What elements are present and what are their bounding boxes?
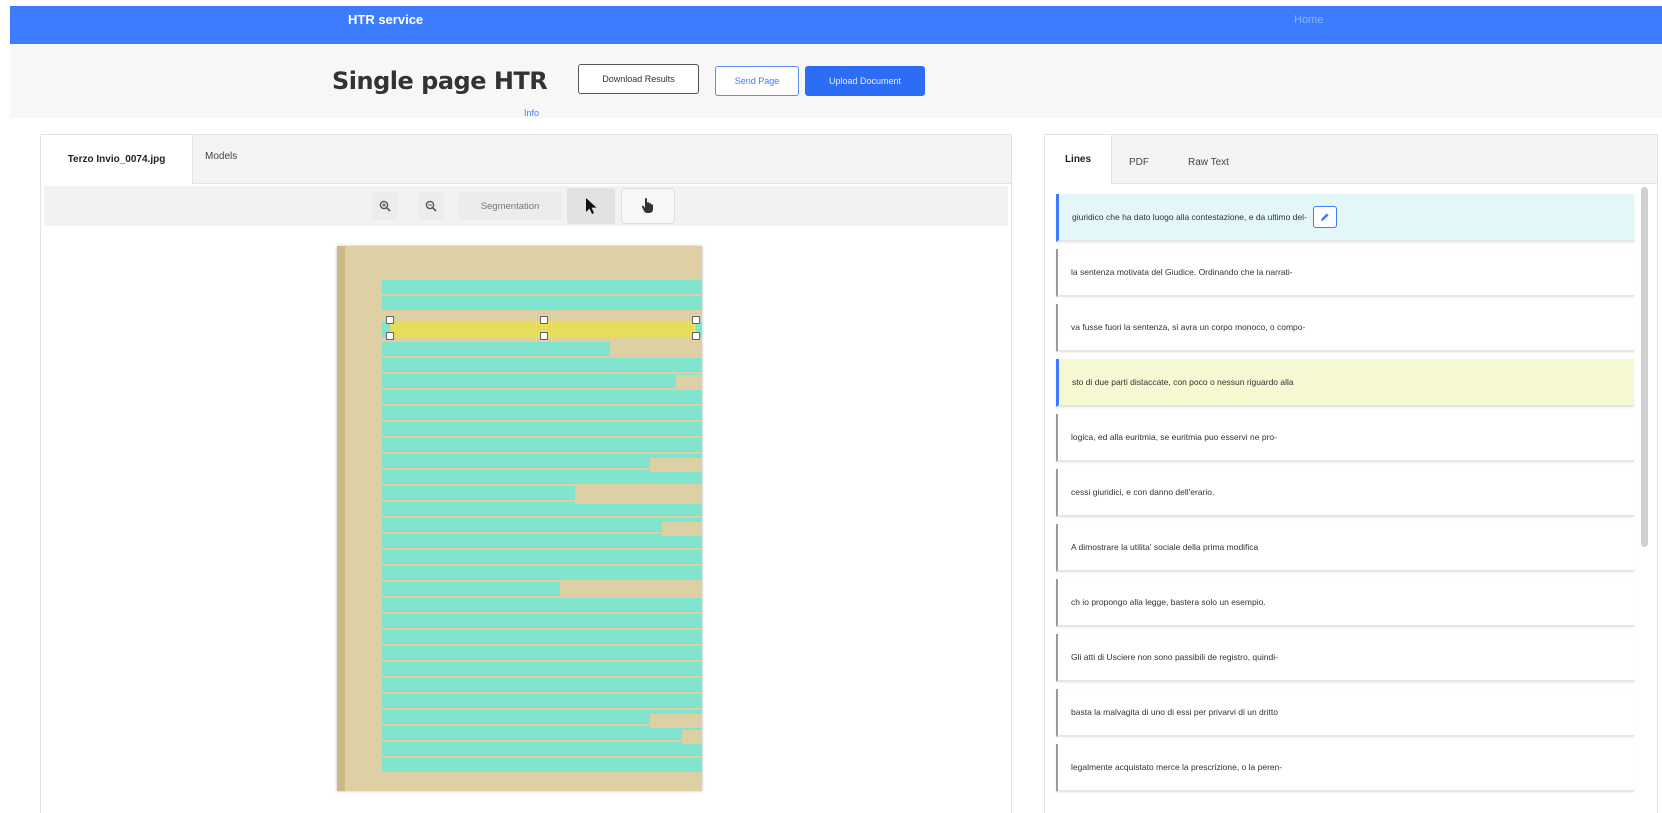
- line-text: cessi giuridici, e con danno dell'erario…: [1071, 487, 1215, 497]
- page-background-gap: [650, 458, 702, 472]
- line-item[interactable]: legalmente acquistato merce la prescrizi…: [1056, 744, 1634, 792]
- line-segment[interactable]: [382, 598, 702, 612]
- line-text: Gli atti di Usciere non sono passibili d…: [1071, 652, 1278, 662]
- zoom-out-icon: [425, 200, 437, 212]
- line-segment[interactable]: [382, 374, 702, 388]
- send-page-button[interactable]: Send Page: [715, 66, 799, 96]
- resize-handle[interactable]: [540, 332, 548, 340]
- home-link[interactable]: Home: [1294, 14, 1323, 26]
- line-segment[interactable]: [382, 296, 702, 310]
- line-segment[interactable]: [382, 342, 610, 356]
- tab-raw-text[interactable]: Raw Text: [1188, 157, 1229, 168]
- line-segment[interactable]: [382, 438, 702, 452]
- line-item[interactable]: ch io propongo alla legge, bastera solo …: [1056, 579, 1634, 627]
- line-segment[interactable]: [382, 406, 702, 420]
- zoom-out-button[interactable]: [418, 192, 444, 220]
- line-text: legalmente acquistato merce la prescrizi…: [1071, 762, 1283, 772]
- lines-scrollbar[interactable]: [1641, 187, 1648, 547]
- line-text: ch io propongo alla legge, bastera solo …: [1071, 597, 1266, 607]
- line-segment[interactable]: [382, 358, 702, 372]
- line-segment[interactable]: [382, 550, 702, 564]
- resize-handle[interactable]: [386, 316, 394, 324]
- pencil-icon: [1320, 213, 1329, 221]
- line-segment[interactable]: [382, 662, 702, 676]
- hand-icon: [641, 198, 653, 213]
- pointer-icon: [586, 198, 597, 214]
- line-item[interactable]: logica, ed alla euritmia, se euritmia pu…: [1056, 414, 1634, 462]
- line-segment[interactable]: [382, 566, 702, 580]
- line-segment[interactable]: [382, 758, 702, 772]
- info-link[interactable]: Info: [524, 108, 539, 118]
- line-text: giuridico che ha dato luogo alla contest…: [1072, 212, 1307, 222]
- line-segment[interactable]: [382, 678, 702, 692]
- line-text: logica, ed alla euritmia, se euritmia pu…: [1071, 432, 1277, 442]
- resize-handle[interactable]: [386, 332, 394, 340]
- page-background-gap: [662, 522, 702, 536]
- navbar: [10, 6, 1662, 44]
- page-background-gap: [560, 582, 702, 596]
- page-background-gap: [575, 490, 702, 504]
- line-segment[interactable]: [382, 630, 702, 644]
- line-segment[interactable]: [382, 470, 702, 484]
- resize-handle[interactable]: [692, 332, 700, 340]
- select-tool-button[interactable]: [567, 188, 615, 224]
- pan-tool-button[interactable]: [621, 188, 675, 224]
- line-segment[interactable]: [382, 422, 702, 436]
- line-segment[interactable]: [382, 518, 702, 532]
- page-background-gap: [612, 342, 702, 356]
- zoom-in-button[interactable]: [372, 192, 398, 220]
- line-item[interactable]: va fusse fuori la sentenza, si avra un c…: [1056, 304, 1634, 352]
- page-background-gap: [682, 730, 702, 744]
- line-text: va fusse fuori la sentenza, si avra un c…: [1071, 322, 1306, 332]
- document-page-edge: [337, 246, 345, 791]
- brand-title[interactable]: HTR service: [348, 12, 423, 27]
- line-segment[interactable]: [382, 280, 702, 294]
- resize-handle[interactable]: [540, 316, 548, 324]
- line-item[interactable]: basta la malvagita di uno di essi per pr…: [1056, 689, 1634, 737]
- download-results-button[interactable]: Download Results: [578, 64, 699, 94]
- line-segment[interactable]: [382, 726, 702, 740]
- tab-image-file[interactable]: Terzo Invio_0074.jpg: [41, 135, 193, 184]
- line-text: la sentenza motivata del Giudice. Ordina…: [1071, 267, 1293, 277]
- line-segment[interactable]: [382, 646, 702, 660]
- line-item[interactable]: A dimostrare la utilita' sociale della p…: [1056, 524, 1634, 572]
- line-segment[interactable]: [382, 390, 702, 404]
- tab-lines[interactable]: Lines: [1045, 135, 1112, 184]
- line-segment[interactable]: [382, 742, 702, 756]
- upload-document-button[interactable]: Upload Document: [805, 66, 925, 96]
- line-text: sto di due parti distaccate, con poco o …: [1072, 377, 1294, 387]
- line-segment[interactable]: [382, 486, 575, 500]
- line-segment[interactable]: [382, 614, 702, 628]
- line-item[interactable]: giuridico che ha dato luogo alla contest…: [1056, 194, 1634, 242]
- page-title: Single page HTR: [332, 67, 548, 95]
- line-text: basta la malvagita di uno di essi per pr…: [1071, 707, 1278, 717]
- edit-line-button[interactable]: [1312, 206, 1337, 228]
- line-text: A dimostrare la utilita' sociale della p…: [1071, 542, 1259, 552]
- line-item[interactable]: la sentenza motivata del Giudice. Ordina…: [1056, 249, 1634, 297]
- tab-models[interactable]: Models: [205, 151, 237, 162]
- line-segment[interactable]: [382, 502, 702, 516]
- page-background-gap: [676, 375, 702, 389]
- line-item[interactable]: sto di due parti distaccate, con poco o …: [1056, 359, 1634, 407]
- line-item[interactable]: Gli atti di Usciere non sono passibili d…: [1056, 634, 1634, 682]
- line-segment[interactable]: [382, 694, 702, 708]
- tab-pdf[interactable]: PDF: [1129, 157, 1149, 168]
- page-background-gap: [650, 714, 702, 728]
- line-segment[interactable]: [382, 534, 702, 548]
- segmentation-button[interactable]: Segmentation: [458, 192, 562, 220]
- zoom-in-icon: [379, 200, 391, 212]
- line-item[interactable]: cessi giuridici, e con danno dell'erario…: [1056, 469, 1634, 517]
- resize-handle[interactable]: [692, 316, 700, 324]
